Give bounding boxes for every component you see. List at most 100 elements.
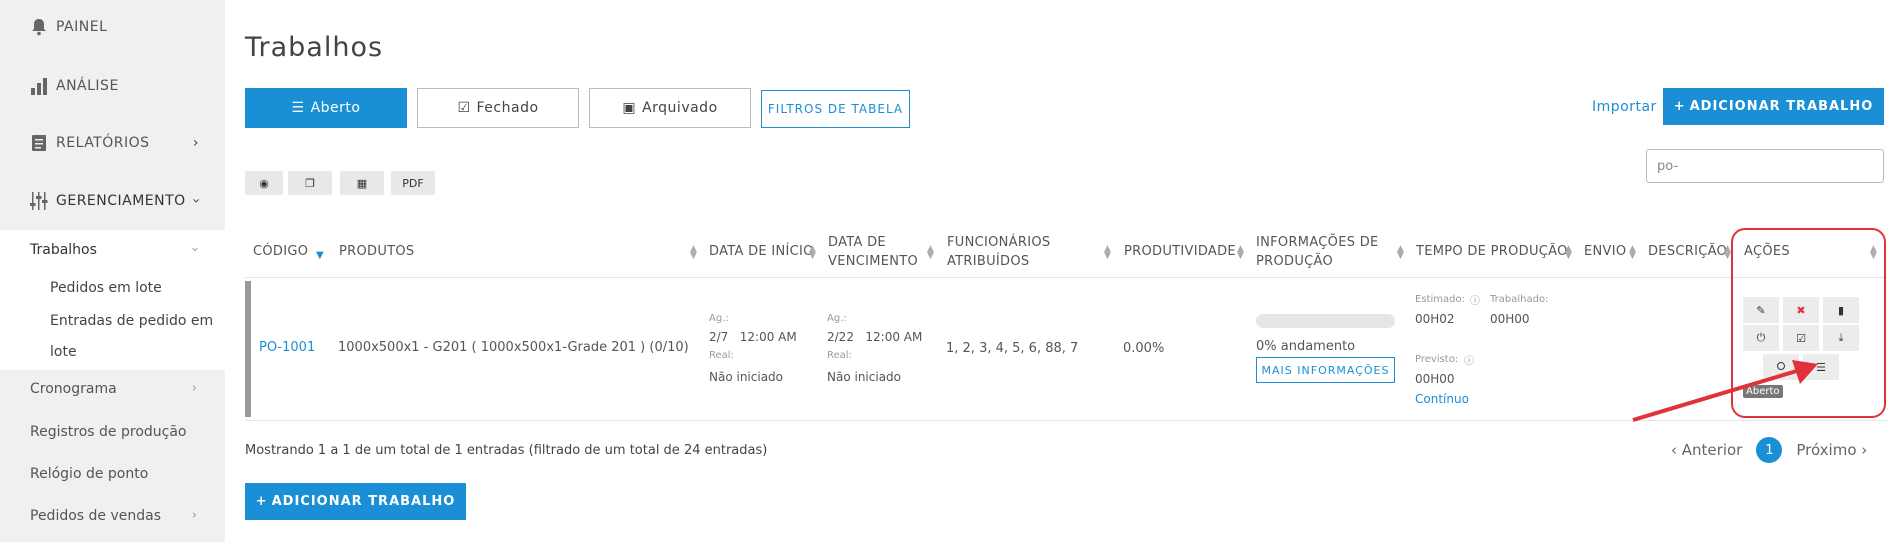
trabalhado-value: 00H00 [1490,312,1530,326]
th-data-venc-2[interactable]: VENCIMENTO [828,252,918,271]
pagination: ‹ Anterior 1 Próximo › [1671,437,1867,463]
sort-icon[interactable]: ▲ ▼ [1724,245,1731,261]
venc-ag-label: Ag.: [827,313,847,324]
nav-painel[interactable]: PAINEL [0,14,225,40]
sort-icon[interactable]: ▲ ▼ [1397,245,1404,261]
sort-icon[interactable]: ▲ ▼ [1565,245,1572,261]
nav-entradas-pedido-cont[interactable]: lote [50,344,77,360]
venc-ag-value: 2/22 12:00 AM [827,330,923,344]
page-title: Trabalhos [245,32,384,63]
filtros-tabela-button[interactable]: FILTROS DE TABELA [761,90,910,128]
pdf-button[interactable]: PDF [391,171,435,195]
nav-cronograma-label: Cronograma [30,381,117,397]
bar-chart-icon [28,75,50,97]
tab-arquivado[interactable]: ▣ Arquivado [589,88,751,128]
nav-trabalhos-label: Trabalhos [30,242,97,258]
inbox-icon: ▣ [622,100,637,116]
chevron-right-icon: › [191,381,197,396]
chevron-down-icon: › [186,246,202,253]
info-icon[interactable]: ⓘ [1464,352,1474,367]
inicio-ag-value: 2/7 12:00 AM [709,330,797,344]
document-icon [28,132,50,154]
row-status-bar [245,281,251,417]
venc-real-value: Não iniciado [827,370,902,384]
th-descricao[interactable]: DESCRIÇÃO [1648,242,1727,261]
adicionar-trabalho-label: ADICIONAR TRABALHO [1689,99,1874,114]
importar-link[interactable]: Importar [1592,99,1657,115]
nav-trabalhos[interactable]: Trabalhos › [0,230,225,272]
anterior-link[interactable]: ‹ Anterior [1671,441,1742,459]
progress-bar [1256,314,1395,328]
table-info: Mostrando 1 a 1 de um total de 1 entrada… [245,443,768,458]
eye-button[interactable]: ◉ [245,171,283,195]
tab-aberto-label: Aberto [310,100,361,116]
nav-relatorios[interactable]: RELATÓRIOS › [0,130,225,156]
check-square-icon: ☑ [457,100,471,116]
annotation-arrow-icon [1632,360,1818,422]
th-info-2[interactable]: PRODUÇÃO [1256,252,1333,271]
nav-gerenciamento[interactable]: GERENCIAMENTO › [0,188,225,214]
table-button[interactable]: ▦ [340,171,384,195]
nav-cronograma[interactable]: Cronograma › [0,378,225,404]
plus-icon: + [1673,99,1686,114]
adicionar-trabalho-footer-button[interactable]: + ADICIONAR TRABALHO [245,483,466,520]
estimado-label: Estimado: [1415,294,1465,305]
sort-icon[interactable]: ▲ ▼ [809,245,816,261]
sort-icon[interactable]: ▲ ▼ [1629,245,1636,261]
nav-pedidos-vendas-label: Pedidos de vendas [30,508,162,524]
row-codigo-link[interactable]: PO-1001 [259,340,315,355]
nav-painel-label: PAINEL [56,19,108,35]
sort-icon[interactable]: ▲ ▼ [1237,245,1244,261]
th-produtividade[interactable]: PRODUTIVIDADE [1124,242,1236,261]
search-input[interactable] [1646,149,1884,183]
mais-informacoes-button[interactable]: MAIS INFORMAÇÕES [1256,357,1395,383]
inicio-real-value: Não iniciado [709,370,784,384]
th-envio[interactable]: ENVIO [1584,242,1626,261]
th-tempo[interactable]: TEMPO DE PRODUÇÃO [1416,242,1568,261]
chevron-right-icon: › [192,135,199,151]
sort-icon[interactable]: ▲ ▼ [1104,245,1111,261]
proximo-label: Próximo [1796,441,1857,459]
th-func-2[interactable]: ATRIBUÍDOS [947,252,1029,271]
table-icon: ▦ [356,176,368,190]
th-data-venc-1[interactable]: DATA DE [828,233,886,252]
copy-icon: ❐ [305,176,315,190]
nav-pedidos-vendas[interactable]: Pedidos de vendas › [0,505,225,531]
info-icon[interactable]: ⓘ [1470,292,1480,307]
sort-icon[interactable]: ▲ ▼ [927,245,934,261]
estimado-value: 00H02 [1415,312,1455,326]
th-data-inicio[interactable]: DATA DE INÍCIO [709,242,814,261]
sliders-icon [28,190,50,212]
page-number[interactable]: 1 [1756,437,1783,463]
trabalhado-label: Trabalhado: [1490,294,1549,305]
plus-icon: + [255,494,268,509]
andamento-text: 0% andamento [1256,339,1356,354]
adicionar-trabalho-footer-label: ADICIONAR TRABALHO [271,494,456,509]
nav-entradas-pedido[interactable]: Entradas de pedido em [50,313,213,329]
th-info-1[interactable]: INFORMAÇÕES DE [1256,233,1379,252]
nav-gerenciamento-label: GERENCIAMENTO [56,193,186,209]
proximo-link[interactable]: Próximo › [1796,441,1867,459]
nav-relatorios-label: RELATÓRIOS [56,135,150,151]
nav-analise[interactable]: ANÁLISE [0,73,225,99]
continuo-link[interactable]: Contínuo [1415,392,1469,406]
eye-icon: ◉ [259,176,269,190]
row-produtividade: 0.00% [1123,341,1165,356]
nav-registros[interactable]: Registros de produção [30,424,186,440]
nav-pedidos-lote[interactable]: Pedidos em lote [50,280,162,296]
inicio-ag-label: Ag.: [709,313,729,324]
copy-button[interactable]: ❐ [288,171,332,195]
previsto-label: Previsto: [1415,354,1459,365]
header-divider [245,277,1887,278]
tab-aberto[interactable]: ☰ Aberto [245,88,407,128]
th-produtos[interactable]: PRODUTOS [339,242,414,261]
sort-icon[interactable]: ▲ ▼ [690,245,697,261]
adicionar-trabalho-button[interactable]: + ADICIONAR TRABALHO [1663,88,1884,125]
nav-analise-label: ANÁLISE [56,78,119,94]
sort-desc-icon[interactable]: ▼ [316,250,324,261]
nav-relogio[interactable]: Relógio de ponto [30,466,148,482]
th-codigo[interactable]: CÓDIGO [253,242,308,261]
anterior-label: Anterior [1681,441,1743,459]
th-func-1[interactable]: FUNCIONÁRIOS [947,233,1050,252]
tab-fechado[interactable]: ☑ Fechado [417,88,579,128]
